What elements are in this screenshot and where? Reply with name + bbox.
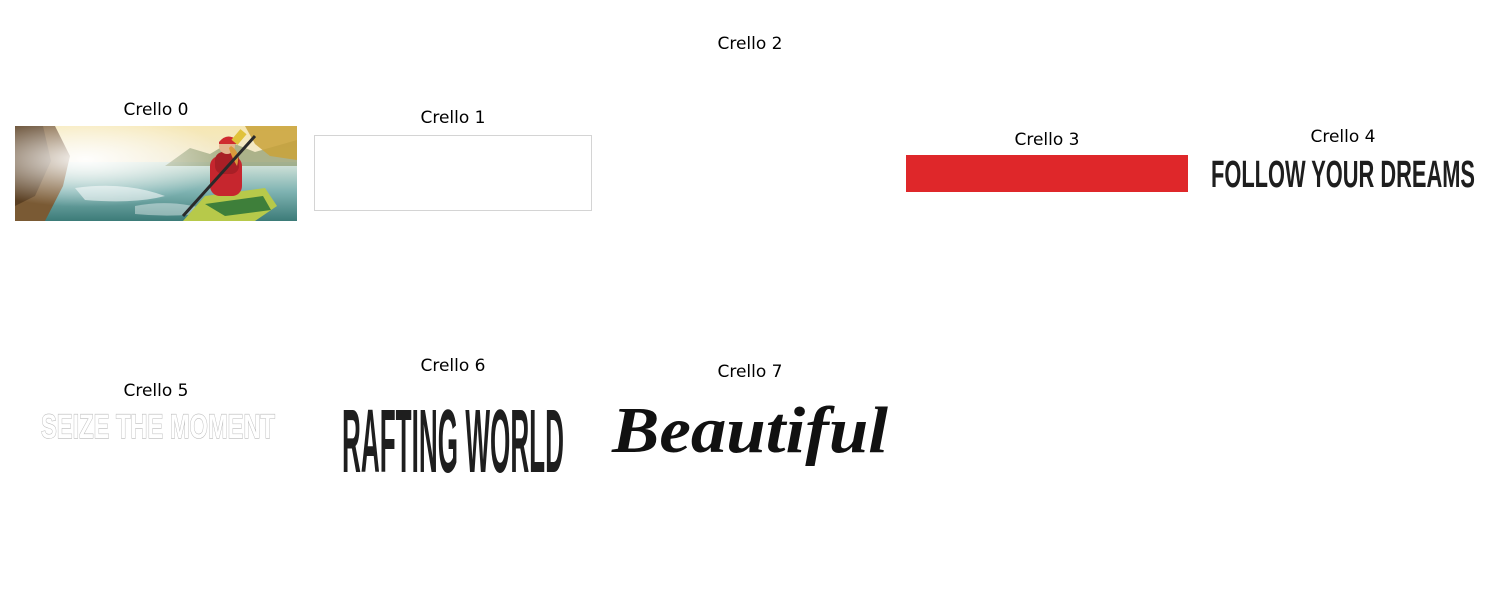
red-bar	[906, 155, 1188, 192]
kayak-photo	[15, 126, 297, 221]
beautiful-script: Beautiful	[609, 392, 891, 467]
crello-0-caption: Crello 0	[123, 100, 189, 120]
rafting-world-headline: RAFTING WORLD	[312, 390, 594, 492]
crello-6-caption: Crello 6	[420, 356, 486, 376]
blank-frame	[314, 135, 592, 211]
outline-headline-text: SEIZE THE MOMENT	[41, 408, 275, 446]
script-text: Beautiful	[611, 394, 889, 467]
crello-4-caption: Crello 4	[1310, 127, 1376, 147]
headline-text: FOLLOW YOUR DREAMS	[1211, 154, 1475, 195]
seize-the-moment-headline: SEIZE THE MOMENT	[15, 405, 297, 447]
crello-3-caption: Crello 3	[1014, 130, 1080, 150]
follow-your-dreams-art: FOLLOW YOUR DREAMS	[1211, 154, 1475, 196]
crello-7-caption: Crello 7	[717, 362, 783, 382]
crello-1-caption: Crello 1	[420, 108, 486, 128]
beautiful-script-art: Beautiful	[611, 394, 889, 467]
crello-2-caption: Crello 2	[717, 34, 783, 54]
crello-5-caption: Crello 5	[123, 381, 189, 401]
kayak-photo-art	[15, 126, 297, 221]
headline-text: RAFTING WORLD	[342, 392, 564, 476]
seize-the-moment-art: SEIZE THE MOMENT	[40, 407, 275, 446]
follow-your-dreams-headline: FOLLOW YOUR DREAMS	[1202, 151, 1484, 196]
rafting-world-art: RAFTING WORLD	[342, 392, 564, 492]
